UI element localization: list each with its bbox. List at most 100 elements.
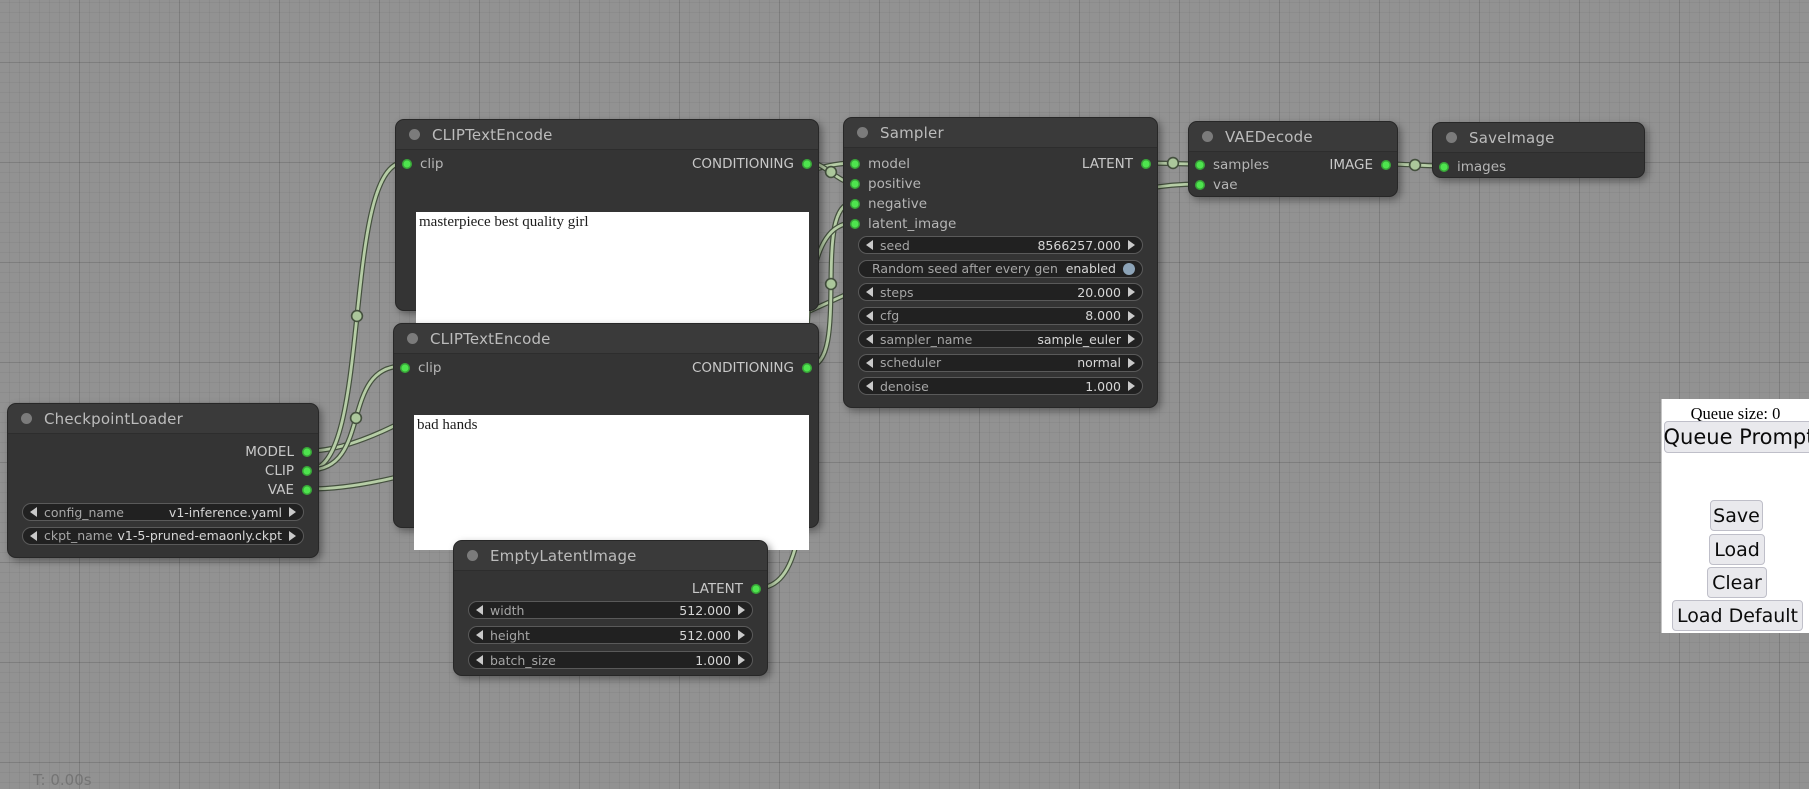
node-title-bar[interactable]: SaveImage — [1433, 123, 1644, 153]
node-collapse-dot-icon[interactable] — [857, 127, 868, 138]
load-button[interactable]: Load — [1709, 534, 1765, 565]
increment-arrow-icon[interactable] — [1128, 358, 1135, 368]
input-slot-latent-image[interactable] — [850, 219, 860, 229]
widget-seed[interactable]: seed 8566257.000 — [858, 236, 1143, 254]
output-label-conditioning: CONDITIONING — [692, 156, 794, 172]
widget-denoise[interactable]: denoise 1.000 — [858, 377, 1143, 395]
output-slot-latent[interactable] — [1141, 159, 1151, 169]
increment-arrow-icon[interactable] — [1128, 334, 1135, 344]
output-slot-conditioning[interactable] — [802, 159, 812, 169]
graph-canvas[interactable]: { "canvas": { "stats": "T: 0.00s" }, "co… — [0, 0, 1809, 782]
link-midpoint-dot — [1168, 158, 1179, 169]
input-slot-clip[interactable] — [400, 363, 410, 373]
increment-arrow-icon[interactable] — [1128, 240, 1135, 250]
link-midpoint-dot — [1410, 160, 1421, 171]
input-slot-images[interactable] — [1439, 162, 1449, 172]
clear-button[interactable]: Clear — [1707, 567, 1767, 598]
node-title-bar[interactable]: CLIPTextEncode — [396, 120, 818, 150]
input-slot-vae[interactable] — [1195, 180, 1205, 190]
increment-arrow-icon[interactable] — [738, 655, 745, 665]
widget-label: sampler_name — [880, 332, 972, 347]
decrement-arrow-icon[interactable] — [866, 358, 873, 368]
input-slot-positive[interactable] — [850, 179, 860, 189]
widget-label: steps — [880, 285, 914, 300]
increment-arrow-icon[interactable] — [1128, 287, 1135, 297]
widget-height[interactable]: height 512.000 — [468, 626, 753, 644]
increment-arrow-icon[interactable] — [1128, 381, 1135, 391]
negative-prompt-textarea[interactable]: bad hands — [414, 415, 809, 550]
widget-label: config_name — [44, 505, 124, 520]
input-label-images: images — [1457, 159, 1506, 175]
decrement-arrow-icon[interactable] — [866, 334, 873, 344]
decrement-arrow-icon[interactable] — [866, 311, 873, 321]
increment-arrow-icon[interactable] — [738, 630, 745, 640]
widget-width[interactable]: width 512.000 — [468, 601, 753, 619]
node-title: Sampler — [880, 124, 944, 142]
node-clip-text-encode-negative[interactable]: CLIPTextEncode clip CONDITIONING bad han… — [393, 323, 819, 528]
input-slot-model[interactable] — [850, 159, 860, 169]
toggle-on-icon[interactable] — [1123, 263, 1135, 275]
side-menu-panel: Queue size: 0 Queue Prompt Save Load Cle… — [1661, 399, 1809, 633]
output-slot-vae[interactable] — [302, 485, 312, 495]
node-title-bar[interactable]: Sampler — [844, 118, 1157, 148]
decrement-arrow-icon[interactable] — [866, 381, 873, 391]
decrement-arrow-icon[interactable] — [866, 287, 873, 297]
node-title-bar[interactable]: EmptyLatentImage — [454, 541, 767, 571]
input-slot-samples[interactable] — [1195, 160, 1205, 170]
decrement-arrow-icon[interactable] — [476, 655, 483, 665]
node-collapse-dot-icon[interactable] — [409, 129, 420, 140]
node-empty-latent-image[interactable]: EmptyLatentImage LATENT width 512.000 he… — [453, 540, 768, 676]
decrement-arrow-icon[interactable] — [866, 240, 873, 250]
node-clip-text-encode-positive[interactable]: CLIPTextEncode clip CONDITIONING masterp… — [395, 119, 819, 311]
input-slot-clip[interactable] — [402, 159, 412, 169]
node-collapse-dot-icon[interactable] — [1446, 132, 1457, 143]
load-default-button[interactable]: Load Default — [1672, 600, 1803, 631]
output-label-latent: LATENT — [1082, 156, 1133, 172]
output-slot-model[interactable] — [302, 447, 312, 457]
decrement-arrow-icon[interactable] — [30, 507, 37, 517]
decrement-arrow-icon[interactable] — [476, 630, 483, 640]
decrement-arrow-icon[interactable] — [476, 605, 483, 615]
node-collapse-dot-icon[interactable] — [1202, 131, 1213, 142]
wire-clip-to-negative-encode — [309, 366, 403, 470]
node-checkpoint-loader[interactable]: CheckpointLoader MODEL CLIP VAE config_n… — [7, 403, 319, 558]
node-save-image[interactable]: SaveImage images — [1432, 122, 1645, 178]
decrement-arrow-icon[interactable] — [30, 531, 37, 541]
widget-config-name[interactable]: config_name v1-inference.yaml — [22, 503, 304, 521]
output-slot-image[interactable] — [1381, 160, 1391, 170]
increment-arrow-icon[interactable] — [289, 531, 296, 541]
node-sampler[interactable]: Sampler model LATENT positive negative l… — [843, 117, 1158, 408]
queue-prompt-button[interactable]: Queue Prompt — [1664, 421, 1809, 453]
output-slot-clip[interactable] — [302, 466, 312, 476]
widget-value: 512.000 — [679, 628, 731, 643]
widget-label: batch_size — [490, 653, 556, 668]
node-title-bar[interactable]: CheckpointLoader — [8, 404, 318, 434]
node-title-bar[interactable]: VAEDecode — [1189, 122, 1397, 152]
output-label-clip: CLIP — [265, 463, 294, 479]
widget-cfg[interactable]: cfg 8.000 — [858, 307, 1143, 325]
widget-scheduler[interactable]: scheduler normal — [858, 354, 1143, 372]
node-collapse-dot-icon[interactable] — [407, 333, 418, 344]
node-collapse-dot-icon[interactable] — [21, 413, 32, 424]
widget-value: 512.000 — [679, 603, 731, 618]
output-slot-conditioning[interactable] — [802, 363, 812, 373]
increment-arrow-icon[interactable] — [1128, 311, 1135, 321]
save-button[interactable]: Save — [1710, 500, 1763, 531]
node-vae-decode[interactable]: VAEDecode samples IMAGE vae — [1188, 121, 1398, 197]
input-slot-negative[interactable] — [850, 199, 860, 209]
widget-value: sample_euler — [1037, 332, 1121, 347]
increment-arrow-icon[interactable] — [289, 507, 296, 517]
node-collapse-dot-icon[interactable] — [467, 550, 478, 561]
node-title: VAEDecode — [1225, 128, 1313, 146]
link-midpoint-dot — [351, 413, 362, 424]
node-title-bar[interactable]: CLIPTextEncode — [394, 324, 818, 354]
widget-batch-size[interactable]: batch_size 1.000 — [468, 651, 753, 669]
widget-sampler-name[interactable]: sampler_name sample_euler — [858, 330, 1143, 348]
increment-arrow-icon[interactable] — [738, 605, 745, 615]
widget-steps[interactable]: steps 20.000 — [858, 283, 1143, 301]
widget-value: enabled — [1066, 261, 1116, 276]
widget-ckpt-name[interactable]: ckpt_name v1-5-pruned-emaonly.ckpt — [22, 527, 304, 545]
widget-random-seed-toggle[interactable]: Random seed after every gen enabled — [858, 260, 1143, 278]
positive-prompt-textarea[interactable]: masterpiece best quality girl — [416, 212, 809, 330]
output-slot-latent[interactable] — [751, 584, 761, 594]
